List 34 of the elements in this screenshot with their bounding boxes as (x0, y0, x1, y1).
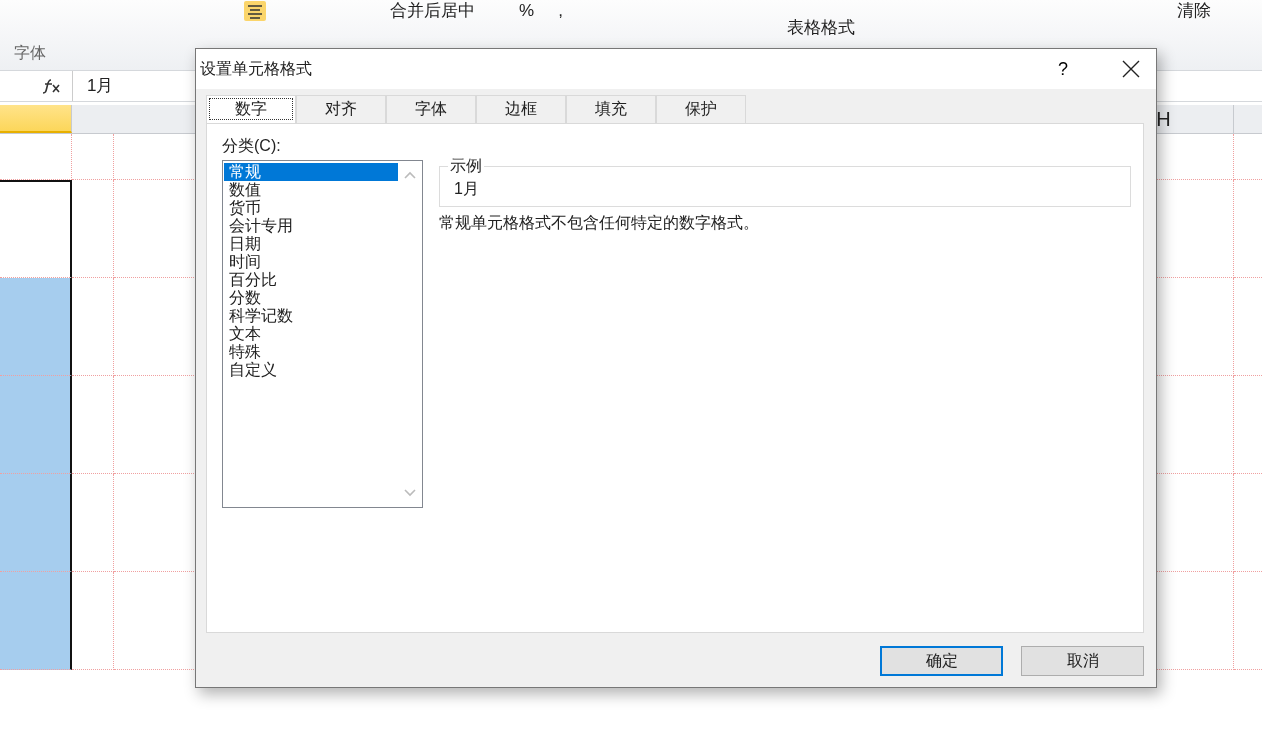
ribbon-button[interactable]: 表格格式 (786, 18, 855, 38)
help-button[interactable]: ? (1054, 58, 1072, 80)
group-label: 字体 (14, 43, 46, 63)
ribbon-button[interactable]: % (519, 1, 535, 21)
list-item[interactable]: 货币 (224, 199, 398, 217)
list-item[interactable]: 文本 (224, 325, 398, 343)
sample-label: 示例 (449, 156, 483, 176)
category-label: 分类(C): (222, 136, 282, 156)
ribbon-button[interactable]: 合并后居中 (390, 1, 475, 21)
list-item[interactable]: 特殊 (224, 343, 398, 361)
ribbon-button[interactable]: , (558, 1, 563, 21)
close-icon[interactable] (1122, 60, 1140, 78)
function-icon[interactable] (42, 78, 62, 94)
align-center-icon[interactable] (244, 1, 266, 21)
list-item[interactable]: 时间 (224, 253, 398, 271)
tab[interactable]: 保护 (656, 95, 746, 123)
list-item[interactable]: 常规 (224, 163, 398, 181)
list-item[interactable]: 日期 (224, 235, 398, 253)
list-item[interactable]: 自定义 (224, 361, 398, 379)
list-item[interactable]: 会计专用 (224, 217, 398, 235)
tab[interactable]: 字体 (386, 95, 476, 123)
tab[interactable]: 边框 (476, 95, 566, 123)
tab[interactable]: 数字 (206, 95, 296, 123)
tab[interactable]: 对齐 (296, 95, 386, 123)
tab[interactable]: 填充 (566, 95, 656, 123)
list-item[interactable]: 数值 (224, 181, 398, 199)
list-item[interactable]: 分数 (224, 289, 398, 307)
dialog-button[interactable]: 取消 (1021, 646, 1144, 676)
list-item[interactable]: 科学记数 (224, 307, 398, 325)
sample-value: 1月 (454, 180, 479, 197)
description-text: 常规单元格格式不包含任何特定的数字格式。 (439, 213, 760, 233)
ribbon-button[interactable]: 清除 (1176, 1, 1211, 21)
dialog-button[interactable]: 确定 (880, 646, 1003, 676)
list-item[interactable]: 百分比 (224, 271, 398, 289)
